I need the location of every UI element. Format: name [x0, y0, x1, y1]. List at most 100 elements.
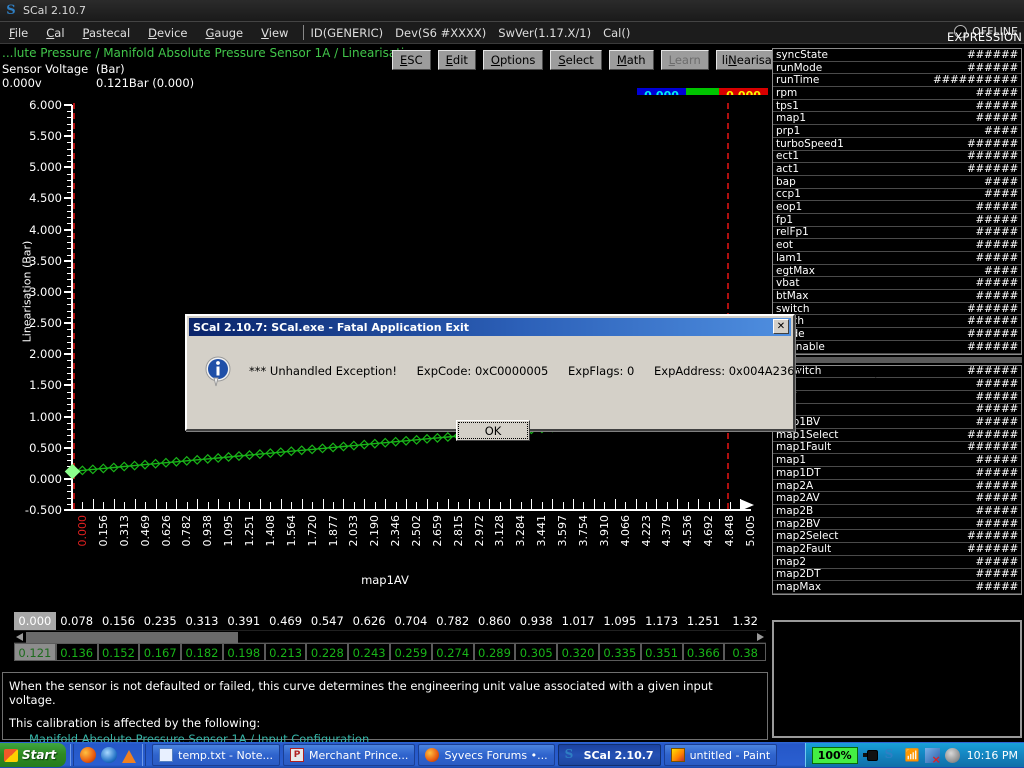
math-button[interactable]: Math [609, 50, 654, 70]
variable-row[interactable]: map1##### [773, 454, 1021, 467]
variable-row[interactable]: relFp1##### [773, 227, 1021, 240]
value-cell[interactable]: 0.305 [515, 643, 557, 661]
internet-explorer-icon[interactable] [101, 747, 117, 763]
axis-cell[interactable]: 0.469 [265, 612, 307, 630]
axis-cell[interactable]: 0.000 [14, 612, 56, 630]
variable-row[interactable]: 1B##### [773, 404, 1021, 417]
scroll-left-arrow-icon[interactable] [16, 633, 23, 641]
variable-row[interactable]: 1AV##### [773, 391, 1021, 404]
value-cell[interactable]: 0.167 [139, 643, 181, 661]
fatal-error-dialog[interactable]: SCal 2.10.7: SCal.exe - Fatal Applicatio… [185, 314, 795, 431]
variable-row[interactable]: fp1##### [773, 214, 1021, 227]
variable-row[interactable]: map1Fault###### [773, 442, 1021, 455]
value-cell[interactable]: 0.38 [724, 643, 766, 661]
variable-row[interactable]: act1###### [773, 163, 1021, 176]
variable-row[interactable]: lam1##### [773, 252, 1021, 265]
value-cell[interactable]: 0.289 [474, 643, 516, 661]
battery-percent-badge[interactable]: 100% [812, 747, 858, 764]
value-cell[interactable]: 0.259 [390, 643, 432, 661]
menu-cal[interactable]: Cal [37, 24, 73, 42]
value-cell[interactable]: 0.136 [56, 643, 98, 661]
axis-cell[interactable]: 1.095 [599, 612, 641, 630]
axis-cell[interactable]: 1.017 [557, 612, 599, 630]
variable-row[interactable]: eop1##### [773, 201, 1021, 214]
variable-row[interactable]: map1Select###### [773, 429, 1021, 442]
value-cell[interactable]: 0.228 [306, 643, 348, 661]
value-cell[interactable]: 0.243 [348, 643, 390, 661]
variable-row[interactable]: witch###### [773, 315, 1021, 328]
variable-row[interactable]: map2Select###### [773, 530, 1021, 543]
axis-cell[interactable]: 1.32 [724, 612, 766, 630]
live-variables-sidebar[interactable]: syncState######runMode######runTime#####… [772, 48, 1022, 610]
close-icon[interactable]: ✕ [773, 319, 789, 334]
value-cell[interactable]: 0.320 [557, 643, 599, 661]
variable-row[interactable]: runTime########## [773, 74, 1021, 87]
variable-row[interactable]: egtMax#### [773, 265, 1021, 278]
variable-row[interactable]: mapMax##### [773, 581, 1021, 594]
select-button[interactable]: Select [550, 50, 602, 70]
variable-row[interactable]: ccp1#### [773, 189, 1021, 202]
axis-cell[interactable]: 0.547 [306, 612, 348, 630]
axis-cell[interactable]: 0.860 [474, 612, 516, 630]
value-cell[interactable]: 0.182 [181, 643, 223, 661]
menu-pastecal[interactable]: Pastecal [74, 24, 140, 42]
table-horizontal-scrollbar[interactable] [14, 630, 766, 643]
taskbar-clock[interactable]: 10:16 PM [967, 749, 1018, 762]
variable-row[interactable]: neEnable###### [773, 341, 1021, 354]
breadcrumb[interactable]: ...lute Pressure / Manifold Absolute Pre… [2, 46, 419, 60]
wifi-icon[interactable]: 📶 [905, 748, 920, 763]
esc-button[interactable]: ESC [392, 50, 431, 70]
variable-row[interactable]: map2A##### [773, 480, 1021, 493]
scrollbar-thumb[interactable] [26, 632, 238, 643]
variable-row[interactable]: vbat##### [773, 277, 1021, 290]
value-cell[interactable]: 0.366 [683, 643, 725, 661]
axis-cell[interactable]: 0.235 [139, 612, 181, 630]
variable-row[interactable]: prp1#### [773, 125, 1021, 138]
vlc-icon[interactable] [122, 750, 136, 763]
firefox-icon[interactable] [80, 747, 96, 763]
variable-row[interactable]: bap#### [773, 176, 1021, 189]
taskbar-task[interactable]: SSCal 2.10.7 [558, 744, 661, 766]
value-cell[interactable]: 0.121 [14, 643, 56, 661]
taskbar-task[interactable]: PMerchant Prince... [283, 744, 415, 766]
variable-row[interactable]: syncState###### [773, 49, 1021, 62]
variable-row[interactable]: map1BV##### [773, 416, 1021, 429]
start-button[interactable]: Start [0, 743, 66, 767]
axis-cell[interactable]: 0.156 [98, 612, 140, 630]
variable-row[interactable]: rpm##### [773, 87, 1021, 100]
variable-row[interactable]: tps1##### [773, 100, 1021, 113]
menu-file[interactable]: File [0, 24, 37, 42]
axis-cell[interactable]: 0.626 [348, 612, 390, 630]
value-cell[interactable]: 0.152 [98, 643, 140, 661]
table-value-row[interactable]: 0.1210.1360.1520.1670.1820.1980.2130.228… [14, 643, 766, 661]
variable-row[interactable]: switch###### [773, 303, 1021, 316]
value-cell[interactable]: 0.198 [223, 643, 265, 661]
axis-cell[interactable]: 1.173 [641, 612, 683, 630]
taskbar-task[interactable]: Syvecs Forums •... [418, 744, 554, 766]
value-cell[interactable]: 0.351 [641, 643, 683, 661]
variable-row[interactable]: map2BV##### [773, 518, 1021, 531]
table-axis-row[interactable]: 0.0000.0780.1560.2350.3130.3910.4690.547… [14, 612, 766, 630]
scroll-right-arrow-icon[interactable] [757, 633, 764, 641]
variable-row[interactable]: map2AV##### [773, 492, 1021, 505]
variable-row[interactable]: map2##### [773, 556, 1021, 569]
taskbar-task[interactable]: untitled - Paint [664, 744, 778, 766]
value-cell[interactable]: 0.274 [432, 643, 474, 661]
scal-tray-icon[interactable]: S [885, 748, 900, 763]
variable-row[interactable]: runMode###### [773, 62, 1021, 75]
power-plug-icon[interactable] [863, 749, 880, 762]
options-button[interactable]: Options [483, 50, 543, 70]
axis-cell[interactable]: 0.938 [515, 612, 557, 630]
ok-button[interactable]: OK [456, 420, 530, 441]
axis-cell[interactable]: 0.782 [432, 612, 474, 630]
value-cell[interactable]: 0.335 [599, 643, 641, 661]
variable-row[interactable]: map2DT##### [773, 569, 1021, 582]
edit-button[interactable]: Edit [438, 50, 476, 70]
sidebar-blank-panel[interactable] [772, 620, 1022, 738]
axis-cell[interactable]: 0.078 [56, 612, 98, 630]
axis-cell[interactable]: 0.391 [223, 612, 265, 630]
variable-row[interactable]: Mode###### [773, 328, 1021, 341]
menu-device[interactable]: Device [139, 24, 196, 42]
taskbar-task[interactable]: temp.txt - Note... [152, 744, 280, 766]
variable-row[interactable]: map2B##### [773, 505, 1021, 518]
